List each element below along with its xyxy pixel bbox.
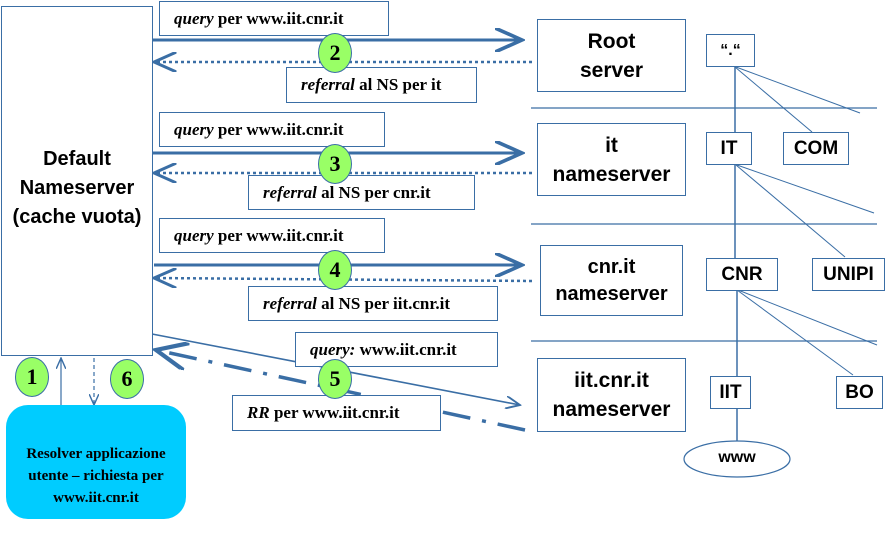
default-nameserver-label: (cache vuota) bbox=[12, 206, 142, 228]
message-query-cnr: query per www.iit.cnr.it bbox=[159, 218, 385, 253]
default-nameserver-label: Nameserver bbox=[19, 177, 135, 199]
default-nameserver-box: Default Nameserver (cache vuota) bbox=[1, 6, 153, 356]
root-server-box: Root server bbox=[537, 19, 686, 92]
resolver-label: Resolver applicazione bbox=[26, 446, 166, 462]
message-rr: RR per www.iit.cnr.it bbox=[232, 395, 441, 431]
step-5-badge: 5 bbox=[318, 359, 352, 399]
message-referral-it: referral al NS per it bbox=[286, 67, 477, 103]
default-nameserver-label: Default bbox=[43, 148, 111, 170]
resolver-label: www.iit.cnr.it bbox=[53, 490, 139, 506]
tree-node-bo: BO bbox=[836, 376, 883, 409]
step-6-badge: 6 bbox=[110, 359, 144, 399]
tree-node-cnr: CNR bbox=[706, 258, 778, 291]
tree-node-com: COM bbox=[783, 132, 849, 165]
tree-node-unipi: UNIPI bbox=[812, 258, 885, 291]
resolver-box: Resolver applicazione utente – richiesta… bbox=[6, 405, 186, 519]
it-nameserver-box: it nameserver bbox=[537, 123, 686, 196]
step-2-badge: 2 bbox=[318, 33, 352, 73]
message-query-root: query per www.iit.cnr.it bbox=[159, 1, 389, 36]
tree-node-root: “.“ bbox=[706, 34, 755, 67]
cnr-nameserver-box: cnr.it nameserver bbox=[540, 245, 683, 316]
step-3-badge: 3 bbox=[318, 144, 352, 184]
dns-iterative-resolution-diagram: Default Nameserver (cache vuota) Resolve… bbox=[0, 0, 886, 540]
resolver-label: utente – richiesta per bbox=[28, 468, 164, 484]
message-query-it: query per www.iit.cnr.it bbox=[159, 112, 385, 147]
tree-node-www: www bbox=[718, 449, 756, 466]
step-4-badge: 4 bbox=[318, 250, 352, 290]
iit-nameserver-box: iit.cnr.it nameserver bbox=[537, 358, 686, 432]
message-referral-iit: referral al NS per iit.cnr.it bbox=[248, 286, 498, 321]
tree-node-it: IT bbox=[706, 132, 752, 165]
tree-node-iit: IIT bbox=[710, 376, 751, 409]
step-1-badge: 1 bbox=[15, 357, 49, 397]
message-referral-cnr: referral al NS per cnr.it bbox=[248, 175, 475, 210]
